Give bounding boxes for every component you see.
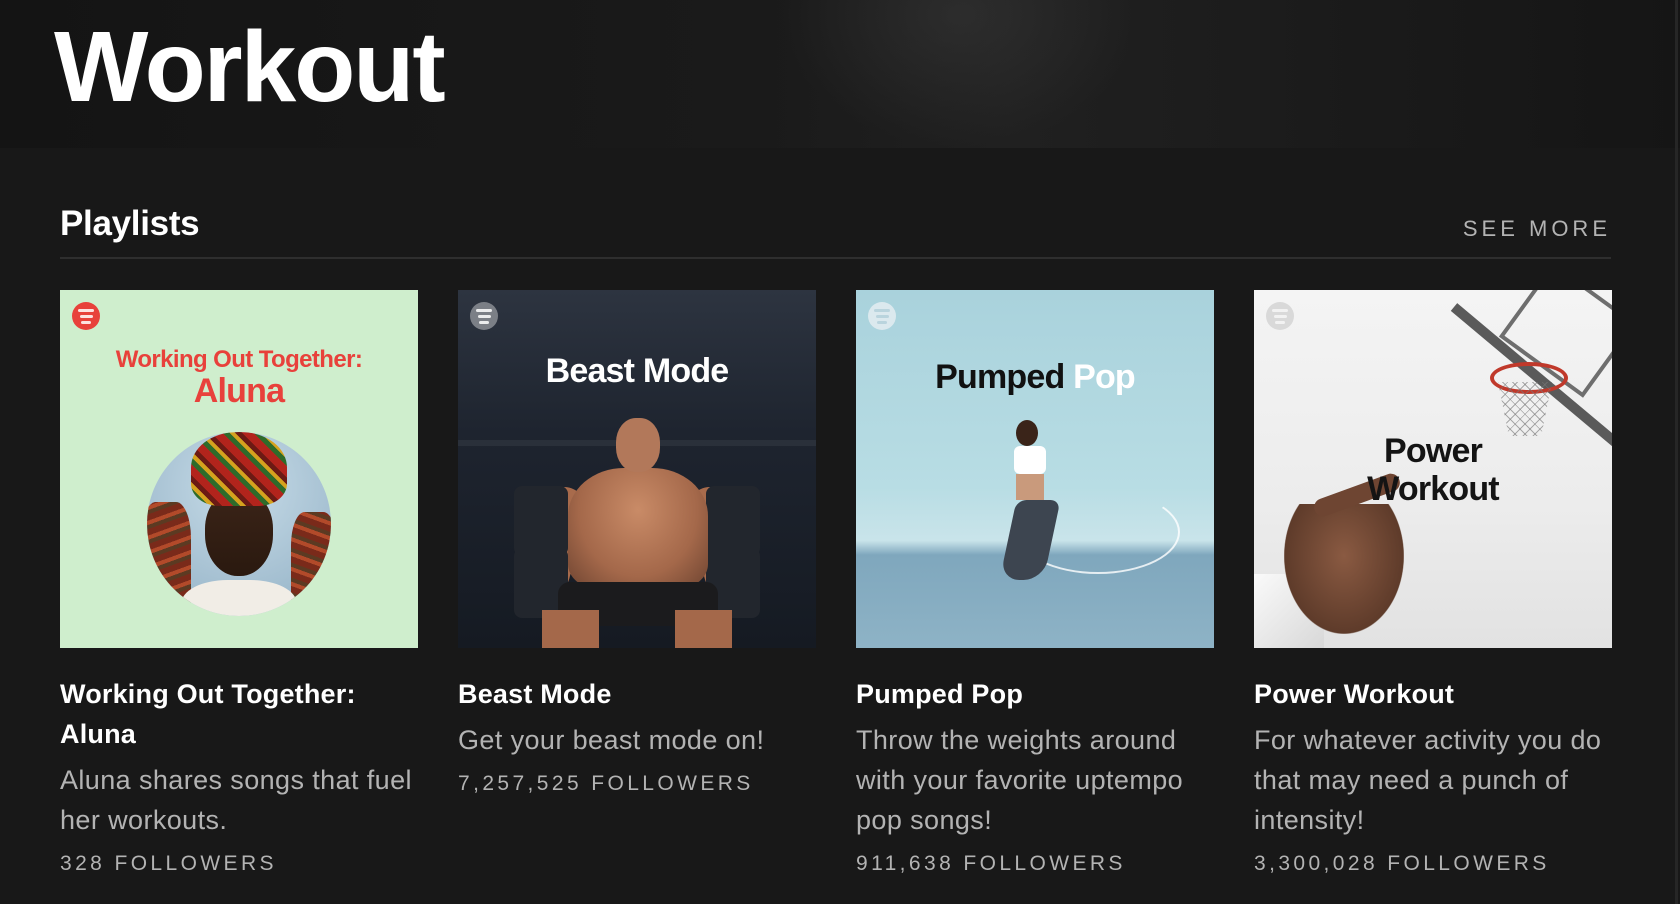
playlist-followers: 3,300,028 FOLLOWERS (1254, 852, 1550, 875)
cover-title: Pumped Pop (856, 358, 1214, 397)
artist-portrait (147, 432, 331, 616)
see-more-link[interactable]: SEE MORE (1463, 216, 1611, 242)
scrollbar-track[interactable] (1675, 0, 1678, 904)
playlist-description: Throw the weights around with your favor… (856, 725, 1184, 835)
page-title: Workout (54, 11, 446, 123)
playlist-cover[interactable]: Beast Mode (458, 290, 816, 648)
playlist-followers: 911,638 FOLLOWERS (856, 852, 1126, 875)
spotify-icon (72, 302, 100, 330)
cover-title-word: Pop (1073, 358, 1136, 396)
playlist-grid: Working Out Together: Aluna Working Out … (60, 290, 1612, 890)
section-header: Playlists SEE MORE (60, 200, 1611, 259)
playlist-card[interactable]: Working Out Together: Aluna Working Out … (60, 290, 418, 876)
playlist-card[interactable]: Beast Mode Beast Mode Get your beast mod… (458, 290, 816, 796)
cover-title: Power Workout (1254, 432, 1612, 508)
spotify-icon (868, 302, 896, 330)
playlist-cover[interactable]: Power Workout (1254, 290, 1612, 648)
cover-title-line: Workout (1367, 470, 1499, 508)
spotify-icon (470, 302, 498, 330)
playlist-description: For whatever activity you do that may ne… (1254, 725, 1602, 835)
playlist-followers: 7,257,525 FOLLOWERS (458, 772, 754, 795)
playlist-title[interactable]: Power Workout (1254, 674, 1612, 714)
playlist-title[interactable]: Beast Mode (458, 674, 816, 714)
cover-title-line: Aluna (193, 372, 285, 410)
cover-title-word: Pumped (935, 358, 1065, 396)
playlist-cover[interactable]: Pumped Pop (856, 290, 1214, 648)
playlist-cover[interactable]: Working Out Together: Aluna (60, 290, 418, 648)
section-title: Playlists (60, 204, 200, 243)
playlist-card[interactable]: Pumped Pop Pumped Pop Throw the weights … (856, 290, 1214, 876)
cover-title-line: Working Out Together: (115, 346, 363, 373)
cover-title-line: Power (1383, 432, 1483, 470)
playlist-title[interactable]: Pumped Pop (856, 674, 1214, 714)
playlist-description: Get your beast mode on! (458, 725, 765, 755)
playlist-description: Aluna shares songs that fuel her workout… (60, 765, 412, 835)
playlist-title[interactable]: Working Out Together: Aluna (60, 674, 418, 754)
playlist-followers: 328 FOLLOWERS (60, 852, 277, 875)
spotify-icon (1266, 302, 1294, 330)
playlist-card[interactable]: Power Workout Power Workout For whatever… (1254, 290, 1612, 876)
cover-title: Beast Mode (545, 352, 730, 390)
